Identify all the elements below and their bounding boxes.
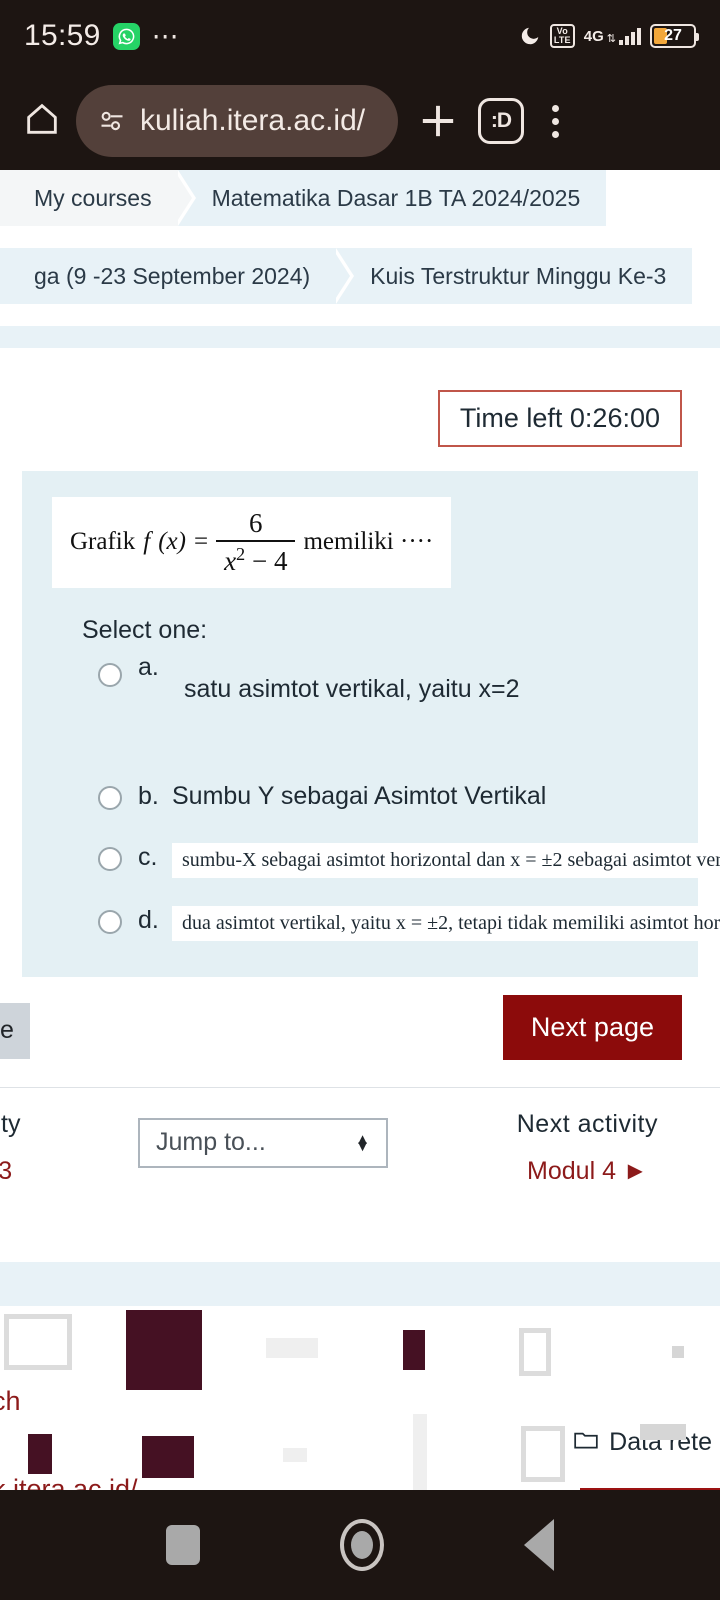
kebab-menu-icon[interactable] bbox=[538, 101, 573, 142]
next-activity-label: Next activity bbox=[516, 1109, 658, 1138]
next-activity-link[interactable]: Modul 4 ► bbox=[517, 1157, 658, 1186]
quiz-nav-buttons: e Next page bbox=[0, 977, 720, 1087]
breadcrumb-second-row: ga (9 -23 September 2024) Kuis Terstrukt… bbox=[0, 248, 720, 304]
url-text: kuliah.itera.ac.id/ bbox=[140, 104, 372, 137]
option-text-b: Sumbu Y sebagai Asimtot Vertikal bbox=[172, 781, 547, 810]
status-bar-right: Vo LTE 4G ⇅ 27 bbox=[519, 24, 699, 48]
page-accent-band bbox=[0, 326, 720, 348]
placeholder-block bbox=[28, 1433, 52, 1474]
address-bar[interactable]: kuliah.itera.ac.id/ bbox=[76, 85, 398, 157]
previous-activity-label: ctivity bbox=[0, 1109, 21, 1138]
breadcrumb-item-quiz[interactable]: Kuis Terstruktur Minggu Ke-3 bbox=[336, 248, 693, 304]
network-generation-label: 4G bbox=[583, 28, 604, 45]
option-letter-d: d. bbox=[138, 905, 159, 934]
footer-accent-band bbox=[0, 1261, 720, 1306]
placeholder-block bbox=[521, 1425, 565, 1482]
answer-option-a[interactable]: a. satu asimtot vertikal, yaitu x=2 bbox=[98, 653, 668, 704]
equals-sign: = bbox=[193, 528, 209, 556]
signal-bars-icon bbox=[619, 27, 641, 45]
quiz-timer: Time left 0:26:00 bbox=[437, 390, 682, 447]
whatsapp-icon bbox=[112, 22, 140, 50]
status-overflow-dots: ⋯ bbox=[151, 21, 181, 51]
breadcrumb: My courses Matematika Dasar 1B TA 2024/2… bbox=[0, 170, 720, 226]
previous-page-button[interactable]: e bbox=[0, 1002, 30, 1059]
function-name: f bbox=[143, 528, 151, 556]
status-bar-left: 15:59 ⋯ bbox=[24, 19, 181, 53]
question-card: Grafik f (x) = 6 x2 − 4 memiliki ···· Sel… bbox=[22, 471, 720, 977]
placeholder-block bbox=[403, 1329, 425, 1370]
question-formula: Grafik f (x) = 6 x2 − 4 memiliki ···· bbox=[70, 509, 433, 576]
breadcrumb-item-my-courses[interactable]: My courses bbox=[0, 170, 196, 226]
placeholder-block bbox=[266, 1337, 318, 1358]
battery-percent: 27 bbox=[664, 27, 682, 44]
data-arrows-icon: ⇅ bbox=[606, 33, 616, 45]
option-text-a: satu asimtot vertikal, yaitu x=2 bbox=[184, 674, 520, 703]
placeholder-block bbox=[4, 1313, 72, 1370]
select-one-label: Select one: bbox=[82, 615, 208, 644]
option-letter-b: b. bbox=[138, 781, 159, 810]
placeholder-block bbox=[283, 1447, 307, 1462]
fraction: 6 x2 − 4 bbox=[216, 508, 296, 577]
fraction-denominator: x2 − 4 bbox=[224, 544, 288, 577]
placeholder-block bbox=[126, 1309, 202, 1390]
placeholder-block bbox=[142, 1435, 194, 1478]
breadcrumb-item-course[interactable]: Matematika Dasar 1B TA 2024/2025 bbox=[177, 170, 607, 226]
option-text-c: sumbu-X sebagai asimtot horizontal dan x… bbox=[172, 842, 720, 878]
activity-navigation: ctivity dul 3 Jump to... ▲▼ Next activit… bbox=[0, 1087, 720, 1240]
battery-icon: 27 bbox=[650, 24, 699, 48]
radio-button-b[interactable] bbox=[98, 785, 122, 810]
breadcrumb-label: Matematika Dasar 1B TA 2024/2025 bbox=[211, 184, 581, 211]
answer-option-c[interactable]: c. sumbu-X sebagai asimtot horizontal da… bbox=[98, 842, 720, 878]
next-page-button[interactable]: Next page bbox=[502, 994, 682, 1060]
breadcrumb-label: My courses bbox=[34, 184, 152, 211]
home-circle-icon[interactable] bbox=[340, 1519, 384, 1571]
answer-option-b[interactable]: b. Sumbu Y sebagai Asimtot Vertikal bbox=[98, 782, 668, 811]
status-clock: 15:59 bbox=[24, 19, 101, 52]
placeholder-block bbox=[640, 1423, 686, 1440]
moon-icon bbox=[519, 25, 541, 47]
fraction-numerator: 6 bbox=[249, 508, 263, 538]
quiz-attempt-area: Time left 0:26:00 Grafik f (x) = 6 x2 − 4… bbox=[0, 390, 720, 1087]
folder-icon bbox=[573, 1428, 599, 1457]
placeholder-block bbox=[672, 1345, 684, 1358]
android-status-bar: 15:59 ⋯ Vo LTE 4G ⇅ 27 bbox=[0, 0, 720, 72]
breadcrumb-item-section[interactable]: ga (9 -23 September 2024) bbox=[0, 248, 355, 304]
function-argument: (x) bbox=[158, 528, 186, 556]
phone-screen: 15:59 ⋯ Vo LTE 4G ⇅ 27 kuliah.itera.ac.i… bbox=[0, 0, 720, 1600]
jump-to-placeholder: Jump to... bbox=[156, 1128, 266, 1157]
question-suffix: memiliki ···· bbox=[303, 528, 434, 556]
previous-activity: ctivity dul 3 bbox=[0, 1110, 21, 1186]
option-letter-c: c. bbox=[138, 842, 158, 871]
breadcrumb-label: ga (9 -23 September 2024) bbox=[34, 262, 311, 289]
signal-icon: 4G ⇅ bbox=[584, 27, 641, 45]
volte-icon: Vo LTE bbox=[549, 24, 575, 48]
previous-activity-link[interactable]: dul 3 bbox=[0, 1157, 21, 1186]
home-icon[interactable] bbox=[22, 99, 62, 144]
placeholder-block bbox=[413, 1413, 427, 1492]
plus-icon[interactable] bbox=[412, 95, 464, 147]
android-nav-bar bbox=[0, 1490, 720, 1600]
footer-search-text: ch bbox=[0, 1385, 21, 1416]
placeholder-block bbox=[519, 1327, 551, 1376]
privacy-shield-icon[interactable] bbox=[98, 107, 126, 135]
radio-button-a[interactable] bbox=[98, 662, 122, 687]
option-text-d: dua asimtot vertikal, yaitu x = ±2, teta… bbox=[172, 905, 720, 941]
browser-toolbar: kuliah.itera.ac.id/ :D bbox=[0, 72, 720, 170]
breadcrumb-label: Kuis Terstruktur Minggu Ke-3 bbox=[370, 262, 667, 289]
quiz-timer-row: Time left 0:26:00 bbox=[0, 390, 720, 447]
option-letter-a: a. bbox=[138, 652, 159, 681]
question-prefix: Grafik bbox=[70, 528, 136, 556]
question-text: Grafik f (x) = 6 x2 − 4 memiliki ···· bbox=[52, 497, 452, 588]
back-triangle-icon[interactable] bbox=[524, 1519, 554, 1571]
radio-button-d[interactable] bbox=[98, 909, 122, 934]
next-activity: Next activity Modul 4 ► bbox=[517, 1110, 658, 1186]
radio-button-c[interactable] bbox=[98, 846, 122, 871]
fraction-bar bbox=[216, 540, 296, 543]
tab-switcher-icon[interactable]: :D bbox=[478, 98, 524, 144]
chevron-updown-icon: ▲ ▼ bbox=[355, 1130, 370, 1155]
answer-option-d[interactable]: d. dua asimtot vertikal, yaitu x = ±2, t… bbox=[98, 905, 720, 941]
jump-to-select[interactable]: Jump to... ▲ ▼ bbox=[138, 1117, 388, 1168]
recents-square-icon[interactable] bbox=[166, 1525, 200, 1565]
